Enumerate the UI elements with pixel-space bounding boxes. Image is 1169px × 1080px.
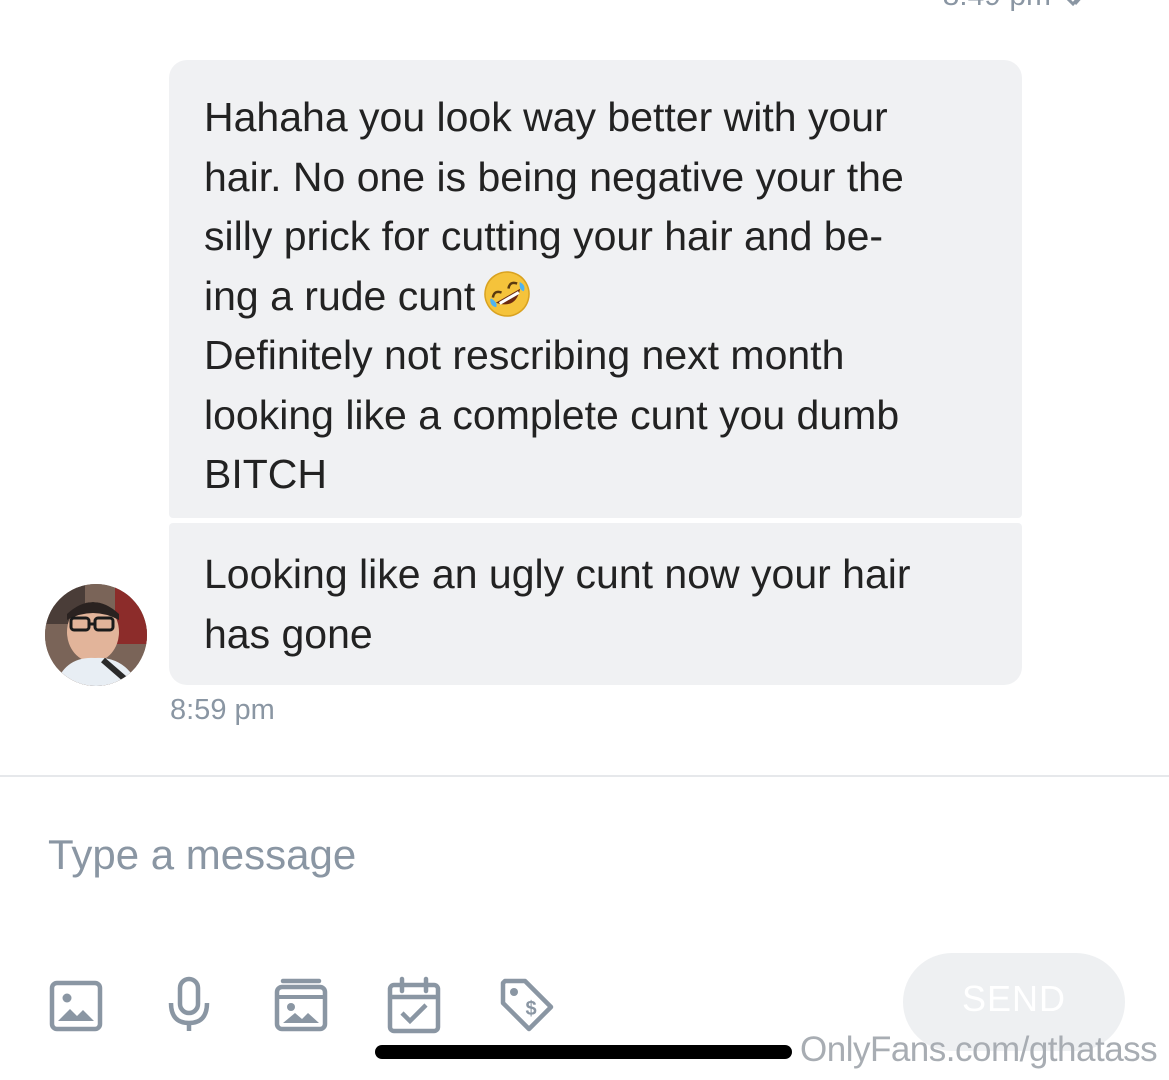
message-line: has gone: [204, 610, 373, 657]
microphone-icon: [168, 976, 210, 1031]
price-tag-icon: $: [500, 978, 554, 1032]
rofl-emoji-icon: [484, 270, 530, 317]
message-input[interactable]: [48, 825, 848, 885]
message-line: BITCH: [204, 451, 327, 497]
message-timestamp: 8:59 pm: [170, 694, 275, 726]
svg-text:$: $: [525, 998, 536, 1020]
previous-message-status: 8:49 pm: [943, 0, 1097, 14]
message-line: hair. No one is being negative your the: [204, 153, 904, 200]
previous-message-time: 8:49 pm: [943, 0, 1051, 13]
message-line: ing a rude cunt: [204, 272, 476, 319]
vault-button[interactable]: [271, 974, 331, 1036]
set-price-button[interactable]: $: [497, 974, 557, 1036]
chat-screen: 8:49 pm Hahaha you look way better with …: [0, 0, 1169, 1080]
sender-avatar[interactable]: [45, 584, 147, 686]
message-bubble: Hahaha you look way better with your hai…: [169, 60, 1022, 518]
voice-message-button[interactable]: [159, 974, 219, 1036]
message-line: looking like a complete cunt you dumb: [204, 391, 900, 438]
add-photo-button[interactable]: [46, 974, 106, 1036]
message-line: Hahaha you look way better with your: [204, 94, 888, 140]
schedule-button[interactable]: [384, 974, 444, 1036]
image-icon: [49, 980, 103, 1032]
message-bubble: Looking like an ugly cunt now your hair …: [169, 523, 1022, 685]
message-line: Looking like an ugly cunt now your hair: [204, 551, 911, 597]
message-line-with-emoji: ing a rude cunt: [204, 267, 988, 327]
message-line: silly prick for cutting your hair and be…: [204, 213, 884, 259]
avatar-photo: [45, 584, 147, 686]
double-check-icon: [1066, 0, 1081, 7]
message-line: Definitely not rescribing next month: [204, 332, 845, 378]
calendar-check-icon: [387, 976, 441, 1034]
composer-divider: [0, 775, 1169, 777]
home-indicator: [375, 1045, 792, 1059]
vault-icon: [274, 978, 328, 1032]
watermark: OnlyFans.com/gthatass: [800, 1030, 1158, 1069]
